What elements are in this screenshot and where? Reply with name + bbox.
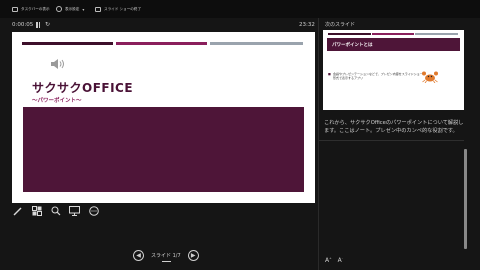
end-show-label: スライド ショーの終了 bbox=[104, 6, 142, 11]
slide-subtitle: ～パワーポイント～ bbox=[32, 98, 82, 104]
notes-scrollbar[interactable] bbox=[464, 149, 467, 249]
next-slide-label: 次のスライド bbox=[325, 22, 356, 28]
current-slide[interactable]: サクサクOFFICE ～パワーポイント～ bbox=[12, 32, 315, 203]
display-settings-label: 表示設定 bbox=[65, 6, 80, 11]
pen-icon[interactable] bbox=[12, 205, 23, 216]
slide-counter-label: スライド 1/7 bbox=[151, 253, 181, 259]
show-taskbar-label: タスクバーの表示 bbox=[21, 6, 50, 11]
next-slide-button[interactable]: ▶ bbox=[187, 250, 199, 261]
display-settings-icon bbox=[56, 6, 62, 12]
taskbar-icon bbox=[12, 6, 18, 12]
previous-slide-button[interactable]: ◀ bbox=[133, 250, 144, 261]
elapsed-timer: 0:00:05 bbox=[12, 22, 34, 28]
speaker-icon[interactable] bbox=[50, 57, 66, 71]
more-options-icon[interactable] bbox=[88, 205, 99, 216]
slide-top-bar-gray bbox=[210, 42, 303, 45]
slide-top-bar-dark bbox=[22, 42, 113, 45]
next-slide-bullet: 会議やプレゼンテーションなどで、プレゼン内容をスライドショー形式で表示するアプリ bbox=[328, 72, 425, 80]
pane-divider[interactable] bbox=[318, 18, 319, 270]
next-slide-heading: パワーポイントとは bbox=[327, 38, 460, 51]
crab-icon bbox=[422, 71, 438, 83]
slide-progress bbox=[162, 261, 171, 262]
current-time: 23:32 bbox=[299, 22, 315, 28]
screen-icon[interactable] bbox=[69, 205, 80, 216]
reset-timer-icon[interactable]: ↻ bbox=[45, 21, 50, 28]
chevron-down-icon: ▾ bbox=[82, 6, 85, 12]
notes-zoom-controls: A+ A- bbox=[325, 256, 343, 264]
zoom-icon[interactable] bbox=[50, 205, 61, 216]
next-slide-preview[interactable]: パワーポイントとは 会議やプレゼンテーションなどで、プレゼン内容をスライドショー… bbox=[323, 30, 464, 110]
show-taskbar-button[interactable]: タスクバーの表示 bbox=[12, 4, 50, 14]
speaker-notes[interactable]: これから、サクサクOfficeのパワーポイントについて解説します。ここはノート。… bbox=[324, 120, 466, 135]
slide-counter[interactable]: スライド 1/7 bbox=[148, 252, 184, 262]
decrease-text-icon[interactable]: A- bbox=[338, 256, 343, 264]
pause-icon[interactable] bbox=[36, 22, 41, 28]
next-slide-top-bars bbox=[328, 33, 459, 35]
notes-separator bbox=[319, 140, 464, 141]
increase-text-icon[interactable]: A+ bbox=[325, 256, 332, 264]
display-settings-button[interactable]: 表示設定 ▾ bbox=[56, 4, 84, 14]
end-show-button[interactable]: スライド ショーの終了 bbox=[95, 4, 141, 14]
slide-top-bar-accent bbox=[116, 42, 207, 45]
slide-navigation: ◀ スライド 1/7 ▶ bbox=[133, 250, 199, 262]
slide-title: サクサクOFFICE bbox=[32, 81, 134, 95]
slide-content-block bbox=[23, 107, 304, 192]
presenter-toolbar: タスクバーの表示 表示設定 ▾ スライド ショーの終了 bbox=[0, 0, 480, 18]
all-slides-icon[interactable] bbox=[31, 205, 42, 216]
end-show-icon bbox=[95, 6, 101, 12]
presenter-tools bbox=[12, 205, 99, 216]
